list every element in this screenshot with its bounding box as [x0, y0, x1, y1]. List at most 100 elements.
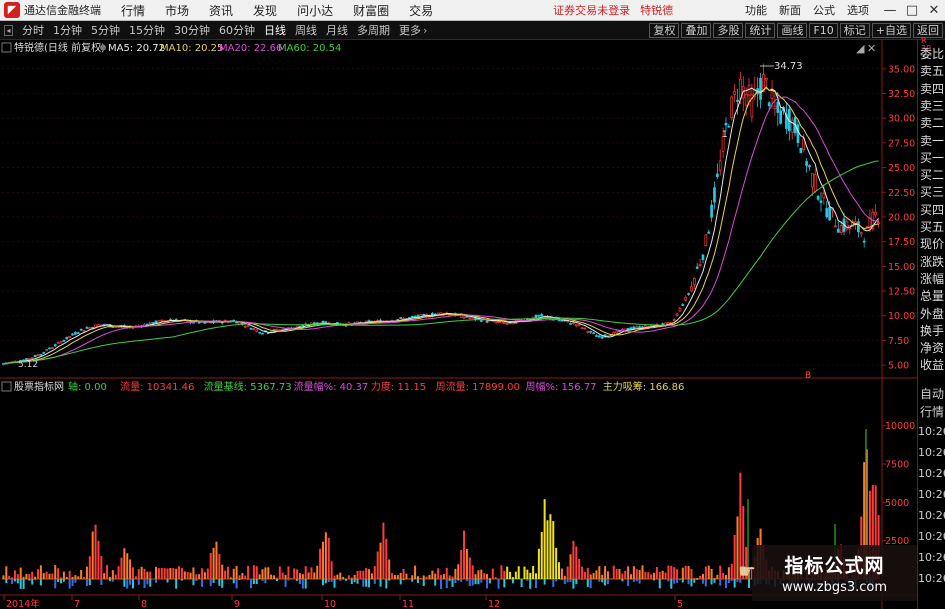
- overlay-button[interactable]: 叠加: [681, 22, 712, 38]
- candle-body: [595, 335, 598, 337]
- flow-bar-up: [647, 572, 650, 579]
- mark-button[interactable]: 标记: [839, 22, 870, 38]
- close-icon[interactable]: ✕: [923, 3, 945, 18]
- quote-field-10[interactable]: 买五: [918, 219, 945, 236]
- prev-arrow-icon[interactable]: ◂: [4, 24, 13, 36]
- quote-field-0[interactable]: 委比: [918, 46, 945, 63]
- flow-bar-up: [106, 565, 109, 579]
- quote-field-7[interactable]: 买二: [918, 167, 945, 184]
- setting-dot-icon[interactable]: [100, 44, 106, 51]
- quote-field-17[interactable]: 净资: [918, 340, 945, 357]
- back-button[interactable]: 返回: [913, 22, 943, 38]
- period-intraday[interactable]: 分时: [22, 22, 44, 38]
- menu-item-ask[interactable]: 问小达: [297, 2, 333, 19]
- x-tick-label: 11: [402, 599, 414, 609]
- period-daily[interactable]: 日线: [264, 22, 286, 38]
- flow-bar-up: [673, 567, 676, 579]
- x-tick-label: 10: [324, 599, 336, 609]
- candle-body: [502, 322, 506, 325]
- flow-bar-up: [494, 577, 497, 579]
- flow-bar-down: [238, 579, 241, 580]
- candle-body: [736, 99, 739, 102]
- quote-field-14[interactable]: 总量: [918, 288, 945, 305]
- flow-bar-up: [117, 566, 120, 579]
- minimize-icon[interactable]: —: [879, 3, 901, 18]
- add-watchlist-button[interactable]: +自选: [871, 22, 911, 38]
- menu-item-market[interactable]: 市场: [165, 2, 189, 19]
- menu-item-discover[interactable]: 发现: [253, 2, 277, 19]
- quote-field-18[interactable]: 收益: [918, 357, 945, 374]
- flow-bar-up: [598, 566, 601, 579]
- period-30min[interactable]: 30分钟: [174, 22, 210, 38]
- f10-button[interactable]: F10: [809, 22, 838, 38]
- adjust-button[interactable]: 复权: [649, 22, 680, 38]
- quote-field-5[interactable]: 卖一: [918, 133, 945, 150]
- quote-field-1[interactable]: 卖五: [918, 63, 945, 80]
- period-60min[interactable]: 60分钟: [219, 22, 255, 38]
- quote-field-4[interactable]: 卖二: [918, 115, 945, 132]
- panel-tab-0[interactable]: 自动: [918, 385, 945, 403]
- expand-chart-icon[interactable]: ◢: [856, 42, 865, 55]
- period-weekly[interactable]: 周线: [295, 22, 317, 38]
- statistics-button[interactable]: 统计: [745, 22, 776, 38]
- flow-bar-down: [471, 579, 474, 586]
- period-monthly[interactable]: 月线: [326, 22, 348, 38]
- candle-body: [764, 77, 768, 81]
- candle-body: [53, 344, 57, 347]
- quote-field-11[interactable]: 现价: [918, 236, 945, 253]
- login-status[interactable]: 证券交易未登录: [553, 2, 630, 18]
- menu-item-wealth[interactable]: 财富圈: [353, 2, 389, 19]
- candle-body: [71, 333, 74, 336]
- candle-body: [243, 325, 247, 328]
- price-and-indicator-chart[interactable]: 35.0032.5030.0027.5025.0022.5020.0017.50…: [0, 40, 917, 609]
- flow-bar-down: [552, 579, 555, 587]
- flow-bar-up: [693, 577, 696, 579]
- maximize-icon[interactable]: □: [901, 3, 923, 18]
- flow-bar-down: [296, 579, 299, 581]
- period-more[interactable]: 更多: [399, 22, 421, 38]
- menu-item-function[interactable]: 功能: [745, 2, 767, 18]
- menu-item-formula[interactable]: 公式: [813, 2, 835, 18]
- flow-bar-down: [670, 579, 673, 589]
- menu-item-news[interactable]: 资讯: [209, 2, 233, 19]
- flow-bar-up: [722, 572, 725, 579]
- quote-field-12[interactable]: 涨跌: [918, 254, 945, 271]
- quote-field-13[interactable]: 涨幅: [918, 271, 945, 288]
- menu-item-options[interactable]: 选项: [847, 2, 869, 18]
- period-1min[interactable]: 1分钟: [53, 22, 82, 38]
- flow-bar-up: [60, 577, 63, 579]
- quote-field-3[interactable]: 卖三: [918, 98, 945, 115]
- candle-body: [615, 330, 618, 334]
- close-chart-icon[interactable]: ✕: [867, 42, 876, 55]
- flow-bar-up: [74, 575, 77, 579]
- period-15min[interactable]: 15分钟: [129, 22, 165, 38]
- quote-field-6[interactable]: 买一: [918, 150, 945, 167]
- period-multi[interactable]: 多周期: [357, 22, 390, 38]
- period-5min[interactable]: 5分钟: [91, 22, 120, 38]
- flow-bar-up: [336, 574, 339, 579]
- candle-body: [574, 324, 578, 327]
- menu-item-trade[interactable]: 交易: [409, 2, 433, 19]
- multi-stock-button[interactable]: 多股: [713, 22, 744, 38]
- flow-bar-down: [57, 579, 60, 583]
- quote-field-16[interactable]: 换手: [918, 323, 945, 340]
- menu-item-new-layout[interactable]: 新面: [779, 2, 801, 18]
- draw-line-button[interactable]: 画线: [777, 22, 808, 38]
- candle-body: [632, 326, 636, 329]
- flow-bar-up: [488, 577, 491, 579]
- more-chevron-icon[interactable]: ›: [423, 24, 427, 37]
- candle-body: [710, 204, 713, 218]
- quote-field-9[interactable]: 买四: [918, 202, 945, 219]
- menu-item-quotes[interactable]: 行情: [121, 2, 145, 19]
- flow-bar-up: [511, 577, 514, 579]
- quote-field-2[interactable]: 卖四: [918, 81, 945, 98]
- flow-bar-up: [370, 573, 373, 579]
- flow-bar-down: [730, 579, 733, 581]
- flow-bar-down: [339, 579, 342, 581]
- price-tick-label: 25.00: [888, 163, 915, 174]
- quote-field-15[interactable]: 外盘: [918, 306, 945, 323]
- panel-tab-1[interactable]: 行情: [918, 403, 945, 421]
- flow-bar-up: [94, 524, 97, 579]
- quote-field-8[interactable]: 买三: [918, 184, 945, 201]
- buy-signal-marker: B: [805, 371, 811, 381]
